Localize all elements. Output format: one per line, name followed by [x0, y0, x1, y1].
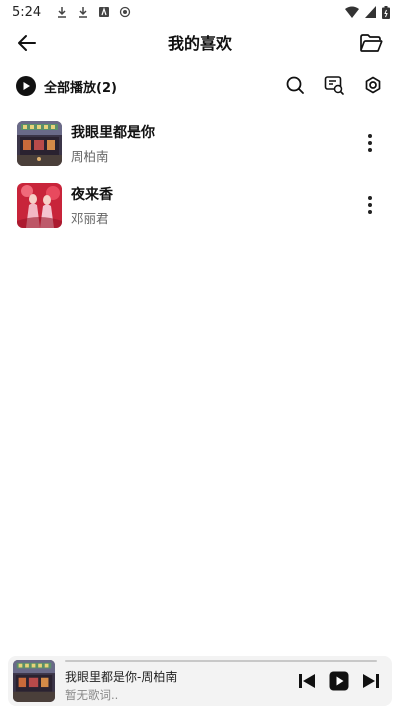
- song-list: 我眼里都是你 周柏南 夜来香 邓丽君: [0, 112, 400, 236]
- status-bar-right: [345, 5, 390, 19]
- page-title: 我的喜欢: [167, 34, 232, 53]
- play-circle-icon: [16, 76, 36, 96]
- folder-open-icon[interactable]: [358, 30, 384, 56]
- song-row[interactable]: 夜来香 邓丽君: [0, 174, 400, 236]
- playback-progress-bar[interactable]: [65, 660, 377, 662]
- now-playing-cover-image: [13, 660, 55, 702]
- song-meta: 我眼里都是你 周柏南: [71, 122, 155, 165]
- more-vertical-icon[interactable]: [360, 131, 380, 155]
- record-icon: [120, 6, 131, 18]
- play-icon[interactable]: [328, 670, 350, 692]
- song-cover-image: [17, 120, 62, 166]
- status-bar: 5:24: [0, 0, 400, 24]
- status-bar-left: 5:24: [12, 5, 131, 20]
- song-artist: 邓丽君: [71, 210, 109, 226]
- song-artist: 周柏南: [71, 148, 109, 164]
- song-cover-image: [17, 182, 62, 228]
- song-row[interactable]: 我眼里都是你 周柏南: [0, 112, 400, 174]
- mini-player[interactable]: 我眼里都是你-周柏南 暂无歌词..: [8, 656, 392, 706]
- signal-icon: [365, 6, 376, 18]
- search-icon[interactable]: [284, 74, 306, 96]
- previous-icon[interactable]: [296, 670, 318, 692]
- store-icon: [99, 7, 110, 17]
- more-vertical-icon[interactable]: [360, 193, 380, 217]
- battery-icon: [382, 5, 390, 19]
- song-title: 我眼里都是你: [71, 124, 155, 141]
- download-icon: [79, 7, 88, 18]
- now-playing-lyric: 暂无歌词..: [65, 688, 119, 702]
- toolbar-actions: [284, 74, 384, 96]
- settings-icon[interactable]: [362, 74, 384, 96]
- lyrics-search-icon[interactable]: [323, 74, 345, 96]
- play-all-button[interactable]: 全部播放(2): [16, 76, 117, 96]
- status-time: 5:24: [12, 4, 42, 20]
- wifi-icon: [345, 6, 359, 18]
- song-title: 夜来香: [71, 186, 113, 203]
- player-controls: [296, 670, 382, 692]
- screen: 5:24 我的喜欢 全部播放(2) 我眼里都是你 周柏南 夜来香 邓丽君 我眼里…: [0, 0, 400, 711]
- play-all-label: 全部播放(2): [44, 80, 117, 96]
- arrow-left-icon[interactable]: [14, 30, 40, 56]
- list-toolbar: 全部播放(2): [0, 70, 400, 102]
- play-triangle-icon: [23, 82, 30, 90]
- song-meta: 夜来香 邓丽君: [71, 184, 113, 227]
- now-playing-title: 我眼里都是你-周柏南: [65, 670, 178, 684]
- download-icon: [58, 7, 67, 18]
- next-icon[interactable]: [360, 670, 382, 692]
- app-header: 我的喜欢: [0, 24, 400, 60]
